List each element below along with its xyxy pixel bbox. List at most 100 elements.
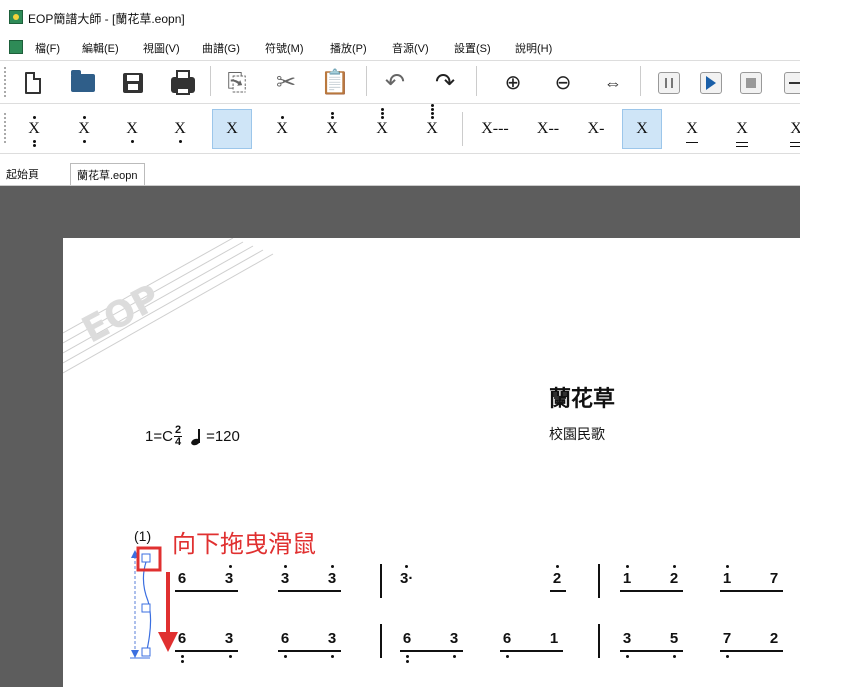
low-octave-dot [229, 655, 232, 658]
note[interactable]: 6 [400, 630, 414, 647]
duration-whole-button[interactable]: X--- [470, 109, 520, 149]
eop-watermark: EOP [63, 238, 274, 374]
toolbar-grip[interactable] [4, 67, 8, 97]
beam [175, 590, 238, 592]
dot [431, 108, 434, 111]
dot [33, 140, 36, 143]
new-file-button[interactable] [18, 68, 48, 98]
copy-button[interactable]: ⎘ [222, 68, 252, 98]
menu-score[interactable]: 曲譜(G) [202, 40, 240, 56]
duration-high-dot-3b-button[interactable]: X [362, 108, 402, 149]
note-glyph: X [736, 120, 748, 147]
zoom-out-button[interactable]: ⊖ [548, 68, 578, 98]
score-subtitle[interactable]: 校園民歌 [549, 424, 605, 444]
note[interactable]: 3 [222, 630, 236, 647]
note[interactable]: 3 [325, 630, 339, 647]
duration-quarter-button[interactable]: X [622, 109, 662, 149]
note[interactable]: 1 [620, 570, 634, 587]
duration-high-dot-4-button[interactable]: X [412, 104, 452, 149]
drag-range-indicator[interactable] [128, 546, 188, 666]
dot [83, 116, 86, 119]
open-file-button[interactable] [68, 68, 98, 98]
toolbar-grip[interactable] [4, 113, 8, 143]
menu-edit[interactable]: 編輯(E) [82, 40, 119, 56]
note[interactable]: 1 [547, 630, 561, 647]
beam [500, 650, 563, 652]
note[interactable]: 2 [767, 630, 781, 647]
tab-lanhuacao[interactable]: 蘭花草.eopn [70, 163, 145, 185]
menu-help[interactable]: 說明(H) [515, 40, 552, 56]
barline [598, 624, 600, 658]
note[interactable]: 2 [667, 570, 681, 587]
fit-page-button[interactable]: ⇔ [598, 68, 628, 98]
cut-button[interactable]: ✂ [271, 68, 301, 98]
toolbar-separator [640, 66, 641, 96]
stop-button[interactable] [736, 68, 766, 98]
note-glyph-text: X [78, 120, 90, 137]
menu-view[interactable]: 視圖(V) [143, 40, 180, 56]
toolbar-separator [366, 66, 367, 96]
note-glyph: X [376, 108, 388, 138]
note-glyph-text: X [28, 120, 40, 137]
tab-start-page[interactable]: 起始頁 [0, 163, 45, 185]
note[interactable]: 6 [500, 630, 514, 647]
note[interactable]: 1 [720, 570, 734, 587]
note[interactable]: 3 [447, 630, 461, 647]
underline [790, 146, 800, 147]
dot [331, 112, 334, 115]
note[interactable]: 6 [278, 630, 292, 647]
note-glyph-text: X [736, 120, 748, 137]
scissors-icon: ✂ [275, 69, 297, 96]
duration-high-dot-2-button[interactable]: X [64, 109, 104, 149]
stop-icon-box [740, 72, 762, 94]
drag-annotation: 向下拖曳滑鼠 [172, 531, 316, 558]
duration-high-dot-3-button[interactable]: X [14, 109, 54, 149]
print-button[interactable] [168, 68, 198, 98]
note[interactable]: 3 [278, 570, 292, 587]
note[interactable]: 5 [667, 630, 681, 647]
menu-play[interactable]: 播放(P) [330, 40, 367, 56]
time-signature: 2 4 [173, 425, 183, 448]
note[interactable]: 3 [620, 630, 634, 647]
document-menu-icon[interactable] [9, 40, 23, 54]
save-button[interactable] [118, 68, 148, 98]
fit-page-icon: ⇔ [604, 73, 622, 93]
duration-eighth-button[interactable]: X [672, 109, 712, 149]
note-glyph: X [790, 120, 800, 147]
duration-half-button[interactable]: X- [576, 109, 616, 149]
note[interactable]: 6 [175, 570, 189, 587]
note[interactable]: 7 [720, 630, 734, 647]
note[interactable]: 3 [325, 570, 339, 587]
duration-low-dot-small-button[interactable]: X [160, 109, 200, 149]
redo-button[interactable]: ↷ [430, 68, 460, 98]
pause-button[interactable] [654, 68, 684, 98]
duration-low-dot-button[interactable]: X [112, 109, 152, 149]
dot [131, 140, 134, 143]
note[interactable]: 2 [550, 570, 564, 587]
menu-file[interactable]: 檔(F) [35, 40, 60, 56]
paste-button[interactable]: 📋 [320, 68, 350, 98]
note[interactable]: 6 [175, 630, 189, 647]
beam [620, 650, 683, 652]
duration-normal-button[interactable]: X [212, 109, 252, 149]
score-title[interactable]: 蘭花草 [549, 381, 615, 413]
duration-high-dot-2b-button[interactable]: X [312, 109, 352, 149]
key-tempo-line[interactable]: 1=C 2 4 =120 [145, 425, 240, 448]
menu-settings[interactable]: 設置(S) [454, 40, 491, 56]
note[interactable]: 7 [767, 570, 781, 587]
note[interactable]: 3 [222, 570, 236, 587]
menu-symbol[interactable]: 符號(M) [265, 40, 304, 56]
note[interactable]: 3· [400, 570, 422, 587]
dot [381, 108, 384, 111]
duration-dotted-half-button[interactable]: X-- [526, 109, 570, 149]
duration-sixteenth-button[interactable]: X [722, 109, 762, 149]
duration-thirty-second-button[interactable]: X [772, 109, 800, 149]
toolbar-separator [210, 66, 211, 96]
menu-sound-source[interactable]: 音源(V) [392, 40, 429, 56]
undo-button[interactable]: ↶ [380, 68, 410, 98]
zoom-in-button[interactable]: ⊕ [498, 68, 528, 98]
play-button[interactable] [696, 68, 726, 98]
more-button[interactable] [780, 68, 800, 98]
duration-high-dot-1-button[interactable]: X [262, 109, 302, 149]
note-glyph-text: X [226, 120, 238, 137]
